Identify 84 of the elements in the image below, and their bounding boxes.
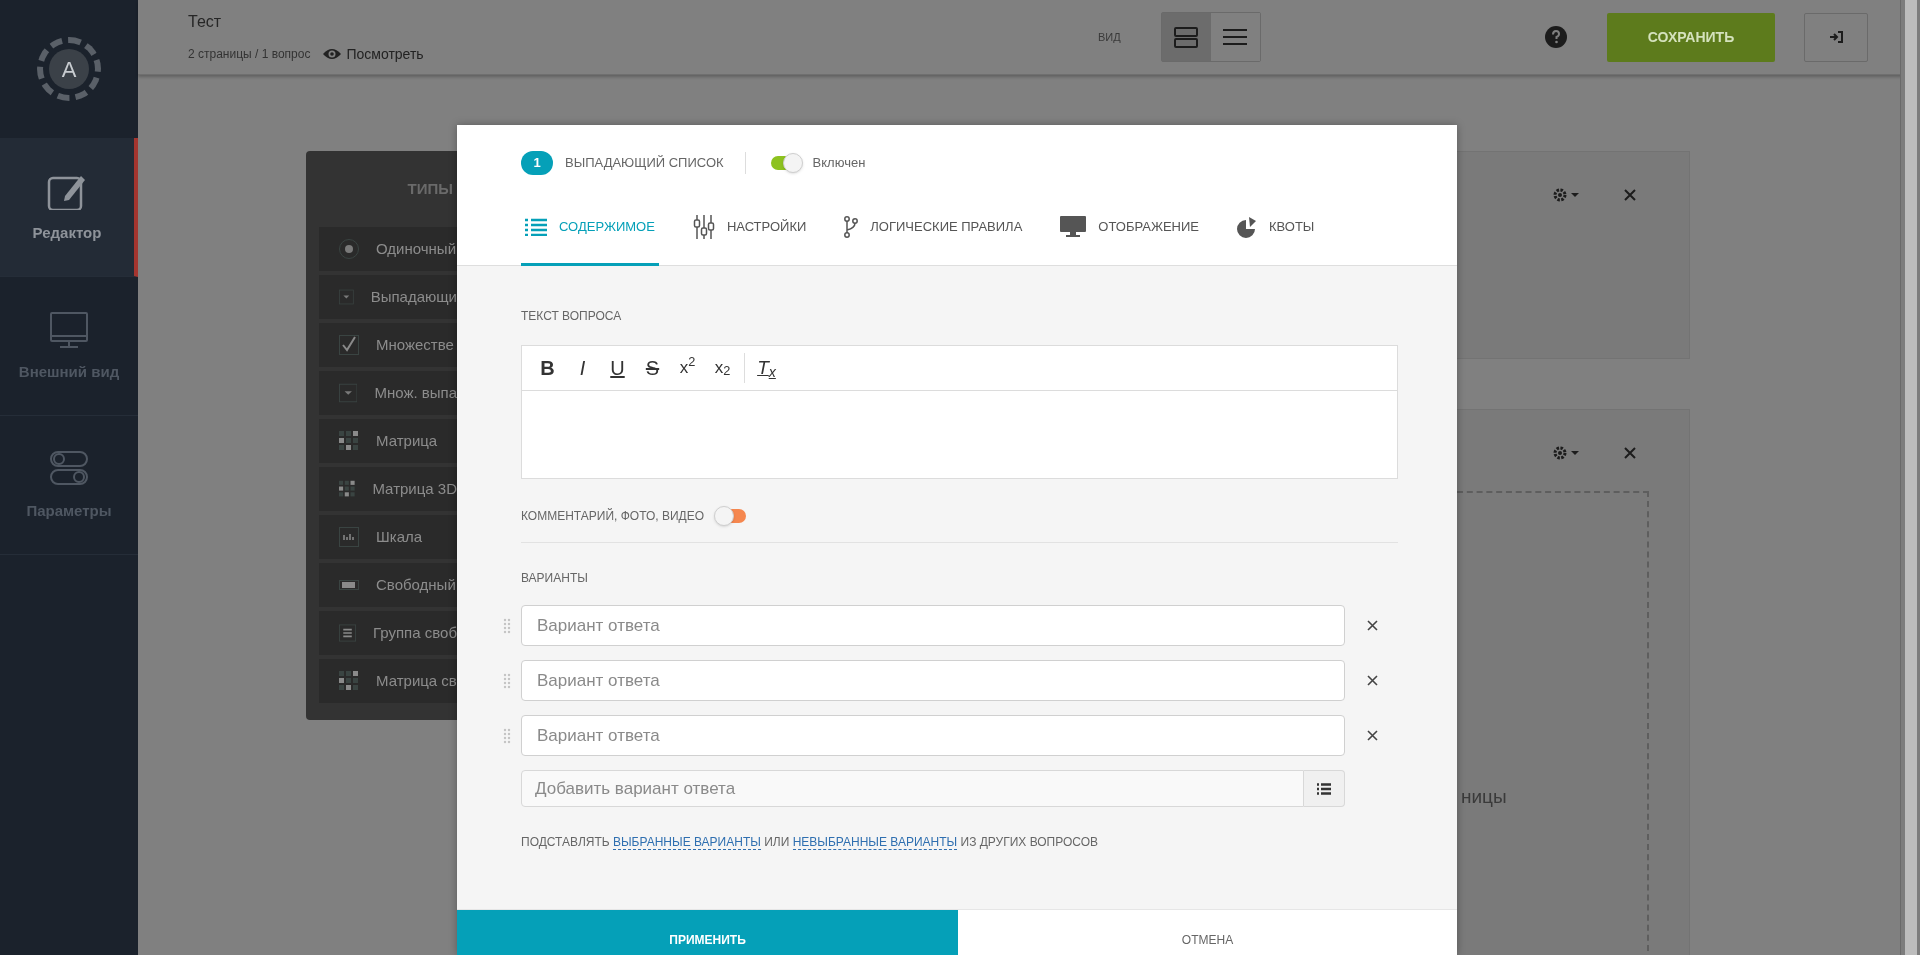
bar-chart-icon bbox=[339, 527, 359, 547]
question-number: 1 bbox=[521, 151, 553, 175]
scrollbar[interactable] bbox=[1904, 0, 1917, 955]
grid-icon bbox=[339, 479, 356, 499]
preview-link[interactable]: Посмотреть bbox=[322, 43, 424, 65]
substitute-hint: ПОДСТАВЛЯТЬ ВЫБРАННЫЕ ВАРИАНТЫ ИЛИ НЕВЫБРАННЫЕ ВАРИАНТЫ ИЗ ДРУГИХ ВОПРОСОВ bbox=[521, 834, 1100, 851]
remove-option-button[interactable] bbox=[1365, 673, 1379, 688]
document-title: Тест bbox=[188, 11, 223, 32]
bulk-add-button[interactable] bbox=[1304, 770, 1345, 807]
grid-icon bbox=[339, 431, 359, 451]
rows-icon bbox=[1173, 25, 1200, 49]
eye-icon bbox=[322, 47, 343, 61]
drag-handle-icon bbox=[503, 617, 511, 634]
checkbox-icon bbox=[339, 335, 359, 355]
unselected-options-link[interactable]: НЕВЫБРАННЫЕ ВАРИАНТЫ bbox=[792, 835, 958, 850]
radio-icon bbox=[339, 239, 359, 259]
drag-handle-icon bbox=[503, 727, 511, 744]
question-type-item[interactable]: Свободный bbox=[319, 563, 457, 607]
question-type-item[interactable]: Одиночный bbox=[319, 227, 457, 271]
monitor-icon bbox=[1060, 215, 1087, 238]
question-type-item[interactable]: Выпадающи bbox=[319, 275, 457, 319]
remove-option-button[interactable] bbox=[1365, 618, 1379, 633]
dropdown-icon bbox=[339, 287, 354, 307]
list-icon bbox=[1317, 782, 1331, 795]
tab[interactable]: НАСТРОЙКИ bbox=[688, 190, 811, 266]
question-type-item[interactable]: Матрица св bbox=[319, 659, 457, 703]
superscript-button[interactable]: x$^{2}$ bbox=[670, 350, 705, 386]
question-type-item[interactable]: Множ. выпа bbox=[319, 371, 457, 415]
answer-option-field[interactable]: Вариант ответа bbox=[521, 605, 1345, 646]
exit-icon bbox=[1829, 31, 1843, 43]
tab[interactable]: ЛОГИЧЕСКИЕ ПРАВИЛА bbox=[840, 190, 1027, 266]
dropdown-icon bbox=[339, 383, 358, 403]
card-view-button[interactable] bbox=[1161, 13, 1211, 61]
toggle-label: КОММЕНТАРИЙ, ФОТО, ВИДЕО bbox=[521, 507, 705, 525]
close-icon bbox=[1366, 675, 1378, 686]
sliders-icon bbox=[692, 213, 715, 240]
close-icon bbox=[1624, 447, 1636, 459]
question-type-item[interactable]: Шкала bbox=[319, 515, 457, 559]
comment-toggle[interactable] bbox=[716, 509, 747, 523]
lines-icon bbox=[339, 623, 357, 643]
help-button[interactable] bbox=[1545, 26, 1567, 48]
tab[interactable]: КВОТЫ bbox=[1233, 190, 1319, 266]
bold-button[interactable]: B bbox=[530, 350, 565, 386]
drag-handle-icon bbox=[503, 672, 511, 689]
answer-option-field[interactable]: Вариант ответа bbox=[521, 660, 1345, 701]
drop-zone-text: ницы bbox=[1460, 784, 1507, 809]
gear-icon bbox=[1552, 445, 1580, 461]
answer-option-field[interactable]: Вариант ответа bbox=[521, 715, 1345, 756]
toggle-label: Включен bbox=[812, 154, 866, 173]
close-icon bbox=[1624, 189, 1636, 201]
subscript-button[interactable]: x$_{2}$ bbox=[705, 350, 740, 386]
pie-chart-icon bbox=[1237, 215, 1257, 238]
clear-format-button[interactable]: T$_{x}$ bbox=[749, 350, 784, 386]
tab[interactable]: СОДЕРЖИМОЕ bbox=[521, 190, 659, 266]
question-type-item[interactable]: Группа своб bbox=[319, 611, 457, 655]
strikethrough-button[interactable]: S bbox=[635, 350, 670, 386]
question-type-item[interactable]: Матрица bbox=[319, 419, 457, 463]
page-count: 2 страницы / 1 вопрос bbox=[188, 46, 311, 63]
question-type-item[interactable]: Множестве bbox=[319, 323, 457, 367]
gear-icon bbox=[1552, 187, 1580, 203]
close-icon bbox=[1366, 730, 1378, 741]
logo-letter: A bbox=[49, 49, 89, 89]
branch-icon bbox=[844, 215, 859, 238]
sidebar-item[interactable]: Редактор bbox=[0, 138, 138, 277]
list-icon bbox=[525, 217, 547, 236]
rich-text-editor[interactable]: B I U S x$^{2}$ x$_{2}$ T$_{x}$ bbox=[521, 345, 1398, 479]
underline-button[interactable]: U bbox=[600, 350, 635, 386]
grid-icon bbox=[339, 671, 359, 691]
cancel-button[interactable]: ОТМЕНА bbox=[958, 910, 1457, 955]
enabled-toggle[interactable] bbox=[770, 156, 801, 170]
apply-button[interactable]: ПРИМЕНИТЬ bbox=[457, 910, 958, 955]
tab[interactable]: ОТОБРАЖЕНИЕ bbox=[1056, 190, 1203, 266]
section-label: ВАРИАНТЫ bbox=[521, 570, 589, 587]
question-mark-icon bbox=[1551, 30, 1561, 44]
add-option-field[interactable]: Добавить вариант ответа bbox=[521, 770, 1304, 807]
question-type: ВЫПАДАЮЩИЙ СПИСОК bbox=[565, 154, 724, 173]
selected-options-link[interactable]: ВЫБРАННЫЕ ВАРИАНТЫ bbox=[613, 835, 761, 850]
question-type-item[interactable]: Матрица 3D bbox=[319, 467, 457, 511]
section-label: ТЕКСТ ВОПРОСА bbox=[521, 308, 623, 325]
save-button[interactable]: СОХРАНИТЬ bbox=[1607, 12, 1775, 62]
close-icon bbox=[1366, 620, 1378, 631]
italic-button[interactable]: I bbox=[565, 350, 600, 386]
view-label: ВИД bbox=[1098, 29, 1121, 45]
remove-option-button[interactable] bbox=[1365, 728, 1379, 743]
